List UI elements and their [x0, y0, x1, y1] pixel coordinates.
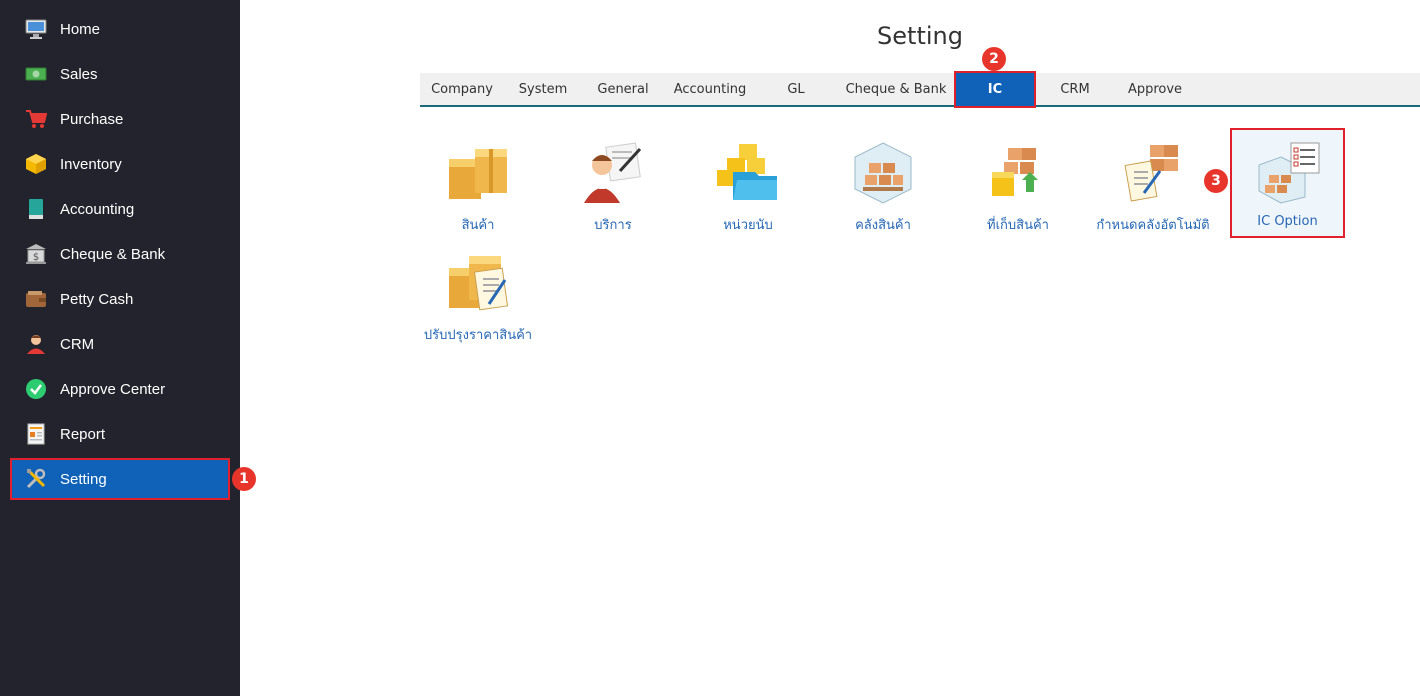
sidebar-item-home[interactable]: Home	[12, 10, 228, 48]
tab-crm[interactable]: CRM	[1034, 73, 1116, 106]
tile-ic-option[interactable]: IC Option	[1230, 128, 1345, 238]
sidebar-item-label: Approve Center	[60, 380, 166, 398]
product-boxes-icon	[443, 138, 513, 208]
sidebar-item-label: Cheque & Bank	[60, 245, 166, 263]
sidebar-item-label: Setting	[60, 470, 107, 488]
settings-tab-bar: Company System General Accounting GL Che…	[420, 71, 1420, 108]
bank-icon: $	[24, 242, 48, 266]
svg-text:$: $	[33, 252, 39, 263]
book-icon	[24, 197, 48, 221]
tile-auto-warehouse[interactable]: กำหนดคลังอัตโนมัติ	[1095, 130, 1211, 238]
tile-label: ปรับปรุงราคาสินค้า	[423, 328, 533, 343]
person-icon	[24, 332, 48, 356]
sidebar-item-approve-center[interactable]: Approve Center	[12, 370, 228, 408]
tile-storage-location[interactable]: ที่เก็บสินค้า	[960, 130, 1076, 238]
price-adjust-icon	[443, 248, 513, 318]
tab-general[interactable]: General	[582, 73, 664, 106]
sidebar-item-inventory[interactable]: Inventory	[12, 145, 228, 183]
tab-ic[interactable]: IC	[954, 71, 1036, 108]
sidebar: Home Sales Purchase Inventory Accounting…	[0, 0, 240, 696]
sidebar-item-label: CRM	[60, 335, 95, 353]
sidebar-item-label: Home	[60, 20, 101, 38]
tab-accounting[interactable]: Accounting	[664, 73, 756, 106]
sidebar-item-crm[interactable]: CRM	[12, 325, 228, 363]
sidebar-item-accounting[interactable]: Accounting	[12, 190, 228, 228]
warehouse-icon	[848, 138, 918, 208]
box-icon	[24, 152, 48, 176]
cart-icon	[24, 107, 48, 131]
sidebar-item-label: Accounting	[60, 200, 135, 218]
tile-product[interactable]: สินค้า	[420, 130, 536, 238]
sidebar-item-sales[interactable]: Sales	[12, 55, 228, 93]
tab-approve[interactable]: Approve	[1116, 73, 1194, 106]
tile-warehouse[interactable]: คลังสินค้า	[825, 130, 941, 238]
tile-service[interactable]: บริการ	[555, 130, 671, 238]
sidebar-item-label: Inventory	[60, 155, 122, 173]
sidebar-item-petty-cash[interactable]: Petty Cash	[12, 280, 228, 318]
sidebar-item-setting[interactable]: Setting	[10, 458, 230, 500]
storage-location-icon	[983, 138, 1053, 208]
tile-label: สินค้า	[461, 218, 495, 233]
step-badge-1: 1	[232, 467, 256, 491]
check-icon	[24, 377, 48, 401]
tile-label: หน่วยนับ	[723, 218, 773, 233]
sidebar-item-report[interactable]: Report	[12, 415, 228, 453]
report-icon	[24, 422, 48, 446]
money-icon	[24, 62, 48, 86]
tools-icon	[24, 467, 48, 491]
ic-option-checklist-icon	[1253, 138, 1323, 208]
tab-system[interactable]: System	[504, 73, 582, 106]
monitor-icon	[24, 17, 48, 41]
service-person-icon	[578, 138, 648, 208]
sidebar-item-label: Sales	[60, 65, 98, 83]
tab-company[interactable]: Company	[420, 73, 504, 106]
tab-gl[interactable]: GL	[756, 73, 836, 106]
tile-label: คลังสินค้า	[855, 218, 911, 233]
tab-cheque-bank[interactable]: Cheque & Bank	[836, 73, 956, 106]
sidebar-item-label: Purchase	[60, 110, 124, 128]
page-title: Setting	[877, 22, 963, 50]
sidebar-item-label: Report	[60, 425, 106, 443]
sidebar-item-label: Petty Cash	[60, 290, 134, 308]
tile-unit[interactable]: หน่วยนับ	[690, 130, 806, 238]
tile-label: กำหนดคลังอัตโนมัติ	[1096, 218, 1210, 233]
step-badge-2: 2	[982, 47, 1006, 71]
unit-folder-icon	[713, 138, 783, 208]
sidebar-item-purchase[interactable]: Purchase	[12, 100, 228, 138]
tile-label: บริการ	[594, 218, 632, 233]
auto-warehouse-icon	[1118, 138, 1188, 208]
sidebar-item-cheque-bank[interactable]: $ Cheque & Bank	[12, 235, 228, 273]
tile-price-adjust[interactable]: ปรับปรุงราคาสินค้า	[420, 240, 536, 348]
tile-label: IC Option	[1257, 214, 1318, 229]
tile-label: ที่เก็บสินค้า	[987, 218, 1049, 233]
wallet-icon	[24, 287, 48, 311]
